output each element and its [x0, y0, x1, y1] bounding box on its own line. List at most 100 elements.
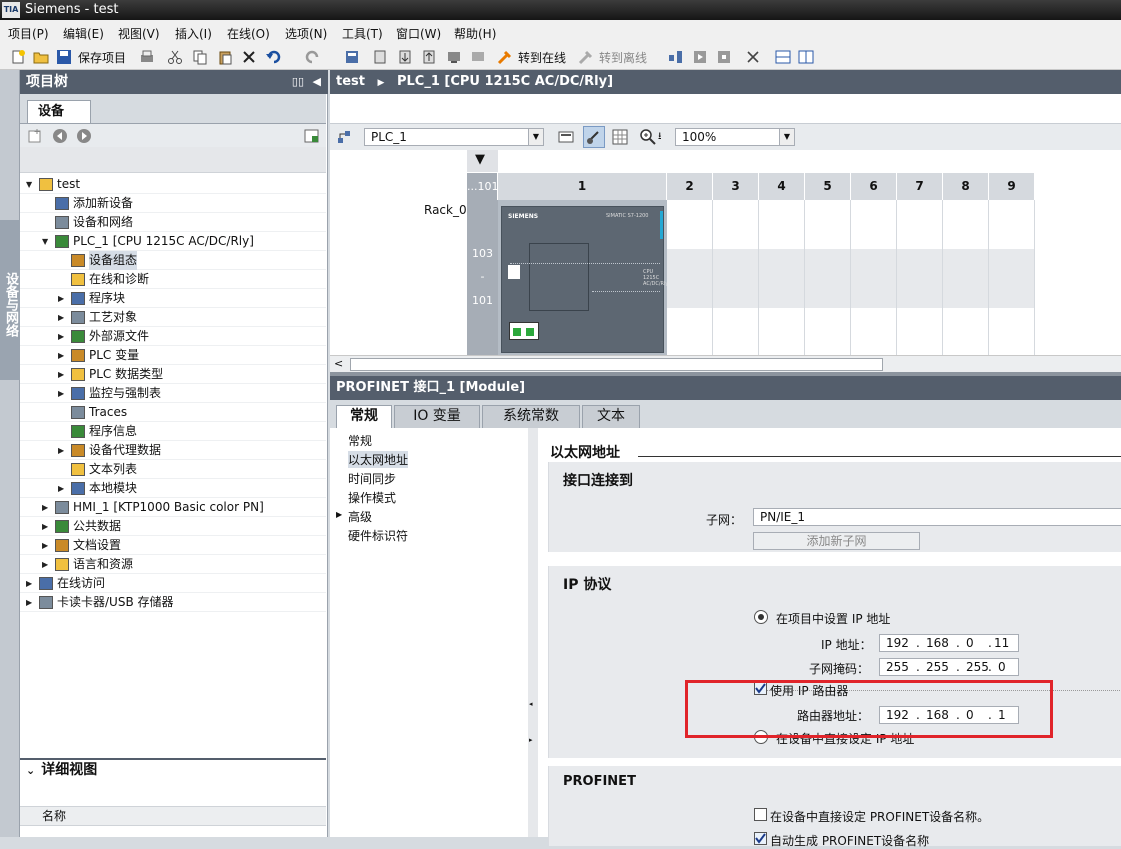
detail-column-name[interactable]: 名称 [20, 806, 326, 826]
empty-slot[interactable] [943, 200, 989, 355]
tab-system-constants[interactable]: 系统常数 [482, 405, 580, 428]
tree-item[interactable]: 在线和诊断 [20, 270, 326, 289]
empty-slot[interactable] [759, 200, 805, 355]
cross-reference-icon[interactable] [745, 49, 761, 65]
nav-operating-mode[interactable]: 操作模式 [348, 489, 396, 506]
tree-item[interactable]: ▶ 工艺对象 [20, 308, 326, 327]
save-project-button[interactable]: 保存项目 [78, 49, 126, 66]
empty-slot[interactable] [667, 200, 713, 355]
overview-icon[interactable] [558, 129, 574, 145]
collapsed-arrow-icon[interactable]: ▶ [58, 441, 68, 460]
zoom-in-icon[interactable] [640, 129, 656, 145]
collapsed-arrow-icon[interactable]: ▶ [42, 498, 52, 517]
collapse-left-icon[interactable]: ◀ [313, 70, 321, 94]
forward-icon[interactable] [76, 128, 92, 144]
nav-ethernet-address[interactable]: 以太网地址 [348, 451, 409, 468]
nav-general[interactable]: 常规 [348, 432, 372, 449]
pn-name-auto-checkbox[interactable] [754, 832, 767, 845]
breadcrumb-project[interactable]: test [336, 74, 365, 89]
new-folder-icon[interactable] [27, 128, 43, 144]
menu-online[interactable]: 在线(O) [227, 25, 270, 42]
go-offline-icon[interactable] [578, 49, 594, 65]
upload-device-icon[interactable] [421, 49, 437, 65]
tree-item[interactable]: ▶ PLC 变量 [20, 346, 326, 365]
nav-expand-icon[interactable]: ▶ [336, 510, 342, 519]
tree-settings-icon[interactable] [304, 128, 320, 144]
nav-scroll-right-icon[interactable]: ▸ [529, 736, 533, 744]
menu-tools[interactable]: 工具(T) [342, 25, 383, 42]
pan-tool-toggle[interactable] [583, 126, 605, 148]
tree-item[interactable]: 设备和网络 [20, 213, 326, 232]
compile-icon[interactable] [344, 49, 360, 65]
device-select[interactable]: PLC_1 ▼ [364, 128, 544, 146]
menu-insert[interactable]: 插入(I) [175, 25, 212, 42]
split-horizontal-icon[interactable] [775, 49, 791, 65]
tab-texts[interactable]: 文本 [582, 405, 640, 428]
stop-cpu-icon[interactable] [716, 49, 732, 65]
expanded-arrow-icon[interactable]: ▼ [42, 232, 52, 251]
chevron-down-icon[interactable]: ⌄ [26, 764, 35, 777]
scroll-thumb[interactable] [350, 358, 883, 371]
menu-view[interactable]: 视图(V) [118, 25, 160, 42]
empty-slot[interactable] [989, 200, 1035, 355]
tree-item[interactable]: ▶ HMI_1 [KTP1000 Basic color PN] [20, 498, 326, 517]
tree-item[interactable]: ▶ 本地模块 [20, 479, 326, 498]
tree-item[interactable]: ▶ 程序块 [20, 289, 326, 308]
nav-hardware-id[interactable]: 硬件标识符 [348, 527, 408, 544]
side-tab-devices-networks[interactable]: 设备与网络 [0, 220, 20, 380]
tree-item[interactable]: 设备组态 [20, 251, 326, 270]
redo-icon[interactable] [304, 49, 320, 65]
tree-item[interactable]: ▶ 外部源文件 [20, 327, 326, 346]
dropdown-arrow-icon[interactable]: ▼ [528, 129, 543, 145]
collapsed-arrow-icon[interactable]: ▶ [58, 327, 68, 346]
start-cpu-icon[interactable] [692, 49, 708, 65]
add-subnet-button[interactable]: 添加新子网 [753, 532, 920, 550]
menu-options[interactable]: 选项(N) [285, 25, 327, 42]
cpu-module[interactable]: SIEMENS SIMATIC S7-1200 CPU 1215C AC/DC/… [501, 206, 668, 353]
canvas-scrollbar[interactable]: < [330, 355, 1121, 372]
tree-item[interactable]: 添加新设备 [20, 194, 326, 213]
tree-item[interactable]: ▶ 公共数据 [20, 517, 326, 536]
open-project-icon[interactable] [33, 49, 49, 65]
upload-icon[interactable] [397, 49, 413, 65]
menu-help[interactable]: 帮助(H) [454, 25, 496, 42]
collapsed-arrow-icon[interactable]: ▶ [26, 593, 36, 612]
delete-icon[interactable] [241, 49, 257, 65]
cut-icon[interactable] [167, 49, 183, 65]
collapsed-arrow-icon[interactable]: ▶ [58, 346, 68, 365]
tree-item[interactable]: ▶ 在线访问 [20, 574, 326, 593]
tree-item[interactable]: ▶ 监控与强制表 [20, 384, 326, 403]
empty-slot[interactable] [851, 200, 897, 355]
tree-item[interactable]: ▼ test [20, 175, 326, 194]
tab-devices[interactable]: 设备 [27, 100, 91, 124]
network-view-icon[interactable] [336, 129, 352, 145]
scroll-left-icon[interactable]: < [334, 357, 343, 370]
ethernet-port[interactable] [509, 322, 539, 340]
tree-item[interactable]: ▶ 语言和资源 [20, 555, 326, 574]
accessible-devices-icon[interactable] [668, 49, 684, 65]
expanded-arrow-icon[interactable]: ▼ [26, 175, 36, 194]
collapsed-arrow-icon[interactable]: ▶ [26, 574, 36, 593]
menu-window[interactable]: 窗口(W) [396, 25, 441, 42]
go-offline-button[interactable]: 转到离线 [599, 49, 647, 66]
collapsed-arrow-icon[interactable]: ▶ [42, 517, 52, 536]
subnet-mask-field[interactable]: 255. 255. 255. 0 [879, 658, 1019, 676]
print-icon[interactable] [139, 49, 155, 65]
tab-general[interactable]: 常规 [336, 405, 392, 428]
tree-item[interactable]: ▼ PLC_1 [CPU 1215C AC/DC/Rly] [20, 232, 326, 251]
empty-slot[interactable] [897, 200, 943, 355]
copy-icon[interactable] [192, 49, 208, 65]
radio-set-in-project[interactable] [754, 610, 768, 624]
collapsed-arrow-icon[interactable]: ▶ [58, 479, 68, 498]
tree-item[interactable]: ▶ 卡读卡器/USB 存储器 [20, 593, 326, 612]
download-icon[interactable] [372, 49, 388, 65]
cpu-slot[interactable]: SIEMENS SIMATIC S7-1200 CPU 1215C AC/DC/… [498, 200, 668, 355]
pin-icon[interactable]: ▯▯ [292, 70, 304, 94]
grid-icon[interactable] [612, 129, 628, 145]
new-project-icon[interactable] [10, 49, 26, 65]
pn-name-direct-checkbox[interactable] [754, 808, 767, 821]
collapsed-arrow-icon[interactable]: ▶ [58, 308, 68, 327]
subnet-select[interactable]: PN/IE_1 [753, 508, 1121, 526]
device-canvas[interactable]: ▼ Rack_0 ...101 1 2 3 4 5 6 7 8 9 103 - 101 SIEME… [330, 150, 1121, 355]
paste-icon[interactable] [217, 49, 233, 65]
